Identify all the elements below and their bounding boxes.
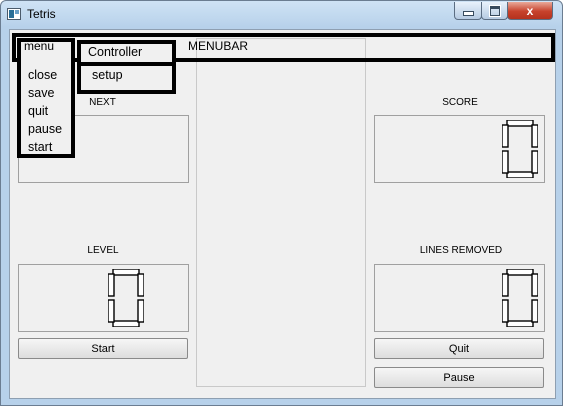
lcd-segment-f (502, 273, 509, 297)
lcd-segment-b (137, 273, 144, 297)
lcd-segment-b (531, 273, 538, 297)
submenu-item-controller[interactable]: Controller (88, 45, 142, 59)
submenu-item-setup[interactable]: setup (92, 68, 123, 82)
lcd-segment-d (506, 171, 534, 178)
lcd-segment-c (531, 299, 538, 323)
level-digit (108, 269, 144, 327)
next-label: NEXT (89, 97, 116, 108)
score-label: SCORE (442, 97, 478, 108)
lcd-segment-a (506, 120, 534, 127)
minimize-button[interactable] (454, 2, 482, 20)
maximize-button[interactable] (481, 2, 508, 20)
lcd-segment-c (137, 299, 144, 323)
score-display (374, 115, 545, 183)
level-label: LEVEL (87, 245, 119, 256)
close-icon: x (526, 3, 534, 18)
menu-item-save[interactable]: save (28, 86, 54, 100)
lcd-segment-a (506, 269, 534, 276)
app-icon (7, 8, 21, 20)
lcd-segment-f (108, 273, 115, 297)
lcd-segment-c (531, 150, 538, 174)
lcd-segment-f (502, 124, 509, 148)
lines-removed-display (374, 264, 545, 332)
menu-title[interactable]: menu (24, 39, 54, 53)
lcd-segment-e (108, 299, 115, 323)
menubar-label: MENUBAR (188, 39, 249, 53)
lcd-segment-d (506, 320, 534, 327)
menu-item-quit[interactable]: quit (28, 104, 48, 118)
lcd-segment-d (112, 320, 140, 327)
submenu-divider (77, 62, 176, 66)
lines-removed-digit (502, 269, 538, 327)
lcd-segment-e (502, 150, 509, 174)
quit-button[interactable]: Quit (374, 338, 544, 359)
title-bar[interactable]: Tetris x (1, 1, 562, 29)
lcd-segment-e (502, 299, 509, 323)
start-button[interactable]: Start (18, 338, 188, 359)
window-title: Tetris (27, 7, 56, 21)
minimize-icon (462, 11, 474, 16)
menu-item-start[interactable]: start (28, 140, 52, 154)
lcd-segment-b (531, 124, 538, 148)
menu-item-close[interactable]: close (28, 68, 57, 82)
menu-item-pause[interactable]: pause (28, 122, 62, 136)
lcd-segment-a (112, 269, 140, 276)
level-display (18, 264, 189, 332)
maximize-icon (488, 4, 501, 17)
lines-removed-label: LINES REMOVED (419, 245, 503, 256)
board-panel (196, 38, 366, 387)
close-button[interactable]: x (507, 2, 553, 20)
score-digit (502, 120, 538, 178)
pause-button[interactable]: Pause (374, 367, 544, 388)
